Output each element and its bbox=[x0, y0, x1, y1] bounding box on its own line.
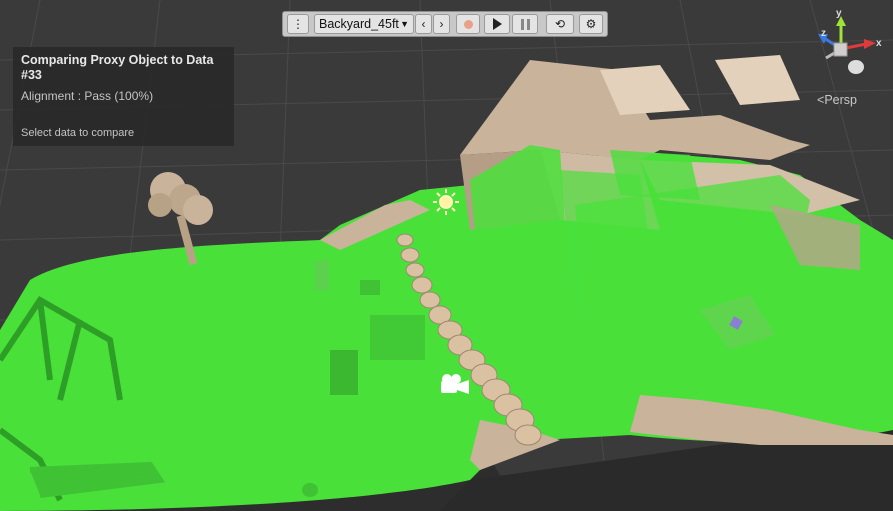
loop-button[interactable]: ⟲ bbox=[546, 14, 574, 34]
next-scene-button[interactable]: › bbox=[433, 14, 450, 34]
more-options-button[interactable]: ⋮ bbox=[287, 14, 309, 34]
playback-toolbar: ⋮ Backyard_45ft ▼ ‹ › ⟲ ⚙ bbox=[282, 11, 608, 37]
scene-name: Backyard_45ft bbox=[319, 17, 399, 31]
vertical-ellipsis-icon: ⋮ bbox=[292, 17, 304, 31]
z-axis-label: z bbox=[821, 28, 826, 39]
alignment-status: Alignment : Pass (100%) bbox=[21, 89, 154, 103]
compare-hint: Select data to compare bbox=[21, 127, 135, 139]
scene-viewport[interactable]: ⋮ Backyard_45ft ▼ ‹ › ⟲ ⚙ Comparing Prox… bbox=[0, 0, 893, 511]
chevron-right-icon: › bbox=[439, 17, 444, 31]
pause-icon bbox=[520, 18, 530, 30]
scene-select-dropdown[interactable]: Backyard_45ft ▼ bbox=[314, 14, 414, 34]
projection-label: Persp bbox=[824, 93, 857, 107]
x-axis-label: x bbox=[876, 38, 882, 49]
projection-toggle[interactable]: <Persp bbox=[817, 93, 857, 107]
gear-icon: ⚙ bbox=[585, 17, 597, 31]
comparison-title: Comparing Proxy Object to Data #33 bbox=[21, 53, 214, 82]
orientation-gizmo[interactable]: y x z bbox=[806, 8, 886, 84]
play-button[interactable] bbox=[484, 14, 510, 34]
play-icon bbox=[492, 18, 502, 30]
comparison-info-panel: Comparing Proxy Object to Data #33 Align… bbox=[13, 47, 234, 146]
chevron-left-icon: ‹ bbox=[421, 17, 426, 31]
y-axis-label: y bbox=[836, 8, 842, 19]
chevron-down-icon: ▼ bbox=[400, 19, 409, 29]
record-icon bbox=[463, 19, 473, 29]
loop-icon: ⟲ bbox=[554, 17, 566, 31]
previous-scene-button[interactable]: ‹ bbox=[415, 14, 432, 34]
record-button[interactable] bbox=[456, 14, 480, 34]
pause-button[interactable] bbox=[512, 14, 538, 34]
settings-button[interactable]: ⚙ bbox=[579, 14, 603, 34]
